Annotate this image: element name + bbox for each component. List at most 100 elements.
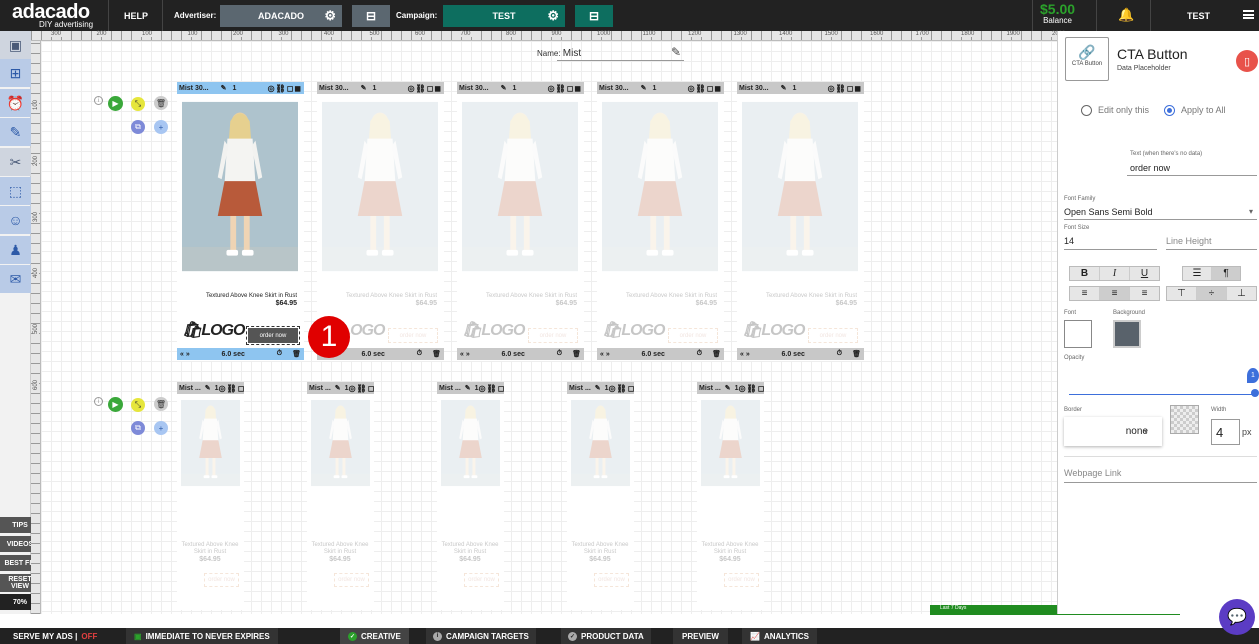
ad-frame-small[interactable]: Mist ... ✎ 1 ◎⛓◻◼ Textured Above Knee Sk…: [437, 382, 504, 610]
timer-icon[interactable]: ⏱: [417, 350, 422, 358]
edit-only-this-radio[interactable]: [1081, 105, 1092, 116]
name-value[interactable]: Mist: [563, 48, 581, 59]
trash-icon[interactable]: 🗑: [154, 96, 168, 110]
add-icon[interactable]: ⊞: [0, 59, 31, 87]
bell-icon[interactable]: 🔔: [1118, 7, 1134, 23]
border-width-input[interactable]: 4: [1211, 419, 1240, 445]
cta-button[interactable]: order now: [388, 328, 438, 343]
frame-tool-icons[interactable]: ◎⛓◻◼: [609, 384, 634, 393]
tab-campaign-targets[interactable]: i CAMPAIGN TARGETS: [426, 628, 536, 644]
timer-icon[interactable]: ⏱: [557, 350, 562, 358]
pencil-icon[interactable]: ✎: [465, 384, 471, 392]
apply-to-all-radio[interactable]: [1164, 105, 1175, 116]
pencil-icon[interactable]: ✎: [221, 84, 227, 92]
ad-frame-small[interactable]: Mist ... ✎ 1 ◎⛓◻◼ Textured Above Knee Sk…: [697, 382, 764, 610]
serve-ads-toggle[interactable]: SERVE MY ADS | OFF: [13, 628, 97, 644]
cta-button[interactable]: order now: [464, 573, 499, 587]
timer-icon[interactable]: ⏱: [837, 350, 842, 358]
chevron-down-icon[interactable]: ▾: [1249, 207, 1253, 216]
frame-nav-arrows[interactable]: « »: [180, 351, 190, 358]
frame-tool-icons[interactable]: ◎⛓◻◼: [408, 84, 444, 93]
hamburger-menu-icon[interactable]: [1243, 10, 1254, 19]
cta-button[interactable]: order now: [204, 573, 239, 587]
shrink-icon[interactable]: ⤡: [131, 97, 145, 111]
pencil-icon[interactable]: ✎: [205, 384, 211, 392]
opacity-handle[interactable]: [1251, 389, 1259, 397]
gear-icon[interactable]: ⚙: [547, 8, 559, 24]
align-left-icon[interactable]: ≡: [1070, 287, 1100, 300]
font-size-input[interactable]: 14: [1064, 236, 1074, 246]
cta-button[interactable]: order now: [528, 328, 578, 343]
frame-tool-icons[interactable]: ◎⛓◻◼: [268, 84, 304, 93]
cta-button[interactable]: order now: [808, 328, 858, 343]
schedule-button[interactable]: ▣ IMMEDIATE TO NEVER EXPIRES: [126, 628, 278, 644]
pencil-icon[interactable]: ✎: [595, 384, 601, 392]
pointer-icon[interactable]: ⬚: [0, 177, 31, 205]
bold-icon[interactable]: B: [1070, 267, 1100, 280]
tools-icon[interactable]: ✂: [0, 148, 31, 176]
pencil-icon[interactable]: ✎: [361, 84, 367, 92]
timer-icon[interactable]: ⏱: [697, 350, 702, 358]
campaign-select[interactable]: TEST ⚙: [443, 5, 565, 27]
cta-button[interactable]: order now: [724, 573, 759, 587]
twitter-icon[interactable]: ✉: [0, 265, 31, 293]
help-link[interactable]: HELP: [124, 11, 148, 21]
cta-button[interactable]: order now: [334, 573, 369, 587]
timer-icon[interactable]: ⏱: [277, 350, 282, 358]
tab-creative[interactable]: ✓ CREATIVE: [340, 628, 409, 644]
align-middle-icon[interactable]: ÷: [1197, 287, 1227, 300]
pencil-icon[interactable]: ✎: [671, 45, 681, 59]
ad-frame[interactable]: Mist 30... ✎ 1 ◎⛓◻◼ Textured Above Knee …: [177, 82, 304, 361]
trash-icon[interactable]: 🗑: [852, 350, 861, 358]
info-icon[interactable]: i: [94, 397, 103, 406]
pencil-icon[interactable]: ✎: [501, 84, 507, 92]
frame-tool-icons[interactable]: ◎⛓◻◼: [479, 384, 504, 393]
pencil-icon[interactable]: ✎: [335, 384, 341, 392]
advertiser-tree-button[interactable]: ⊟: [352, 5, 390, 27]
play-icon[interactable]: ▶: [108, 96, 123, 111]
align-right-icon[interactable]: ≡: [1130, 287, 1159, 300]
ad-frame[interactable]: Mist 30... ✎ 1 ◎⛓◻◼ Textured Above Knee …: [457, 82, 584, 361]
align-top-icon[interactable]: ⊤: [1167, 287, 1197, 300]
pencil-icon[interactable]: ✎: [641, 84, 647, 92]
opacity-slider[interactable]: [1069, 394, 1255, 395]
balance[interactable]: $5.00 Balance: [1040, 2, 1075, 25]
user-menu[interactable]: TEST: [1187, 11, 1210, 21]
add-frame-icon[interactable]: +: [154, 120, 168, 134]
line-spacing-icon[interactable]: ☰: [1183, 267, 1212, 280]
ad-frame-small[interactable]: Mist ... ✎ 1 ◎⛓◻◼ Textured Above Knee Sk…: [567, 382, 634, 610]
ad-frame[interactable]: Mist 30... ✎ 1 ◎⛓◻◼ Textured Above Knee …: [597, 82, 724, 361]
cta-button[interactable]: order now: [594, 573, 629, 587]
shrink-icon[interactable]: ⤡: [131, 398, 145, 412]
brand-logo[interactable]: adacado DIY advertising: [12, 2, 93, 29]
trash-icon[interactable]: 🗑: [292, 350, 301, 358]
tab-product-data[interactable]: ✓ PRODUCT DATA: [561, 628, 651, 644]
gear-icon[interactable]: ⚙: [324, 8, 336, 24]
play-icon[interactable]: ▶: [108, 397, 123, 412]
copy-icon[interactable]: ⧉: [131, 421, 145, 435]
italic-icon[interactable]: I: [1100, 267, 1130, 280]
ad-frame-small[interactable]: Mist ... ✎ 1 ◎⛓◻◼ Textured Above Knee Sk…: [307, 382, 374, 610]
stamp-icon[interactable]: ♟: [0, 236, 31, 264]
ad-frame-small[interactable]: Mist ... ✎ 1 ◎⛓◻◼ Textured Above Knee Sk…: [177, 382, 244, 610]
clock-icon[interactable]: ⏰: [0, 89, 31, 117]
frame-tool-icons[interactable]: ◎⛓◻◼: [828, 84, 864, 93]
edit-icon[interactable]: ✎: [0, 118, 31, 146]
webpage-link-input[interactable]: Webpage Link: [1064, 468, 1121, 478]
frame-tool-icons[interactable]: ◎⛓◻◼: [548, 84, 584, 93]
frame-nav-arrows[interactable]: « »: [740, 351, 750, 358]
frame-tool-icons[interactable]: ◎⛓◻◼: [688, 84, 724, 93]
frame-nav-arrows[interactable]: « »: [460, 351, 470, 358]
chat-icon[interactable]: 💬: [1219, 599, 1255, 635]
align-center-icon[interactable]: ≡: [1100, 287, 1130, 300]
text-input[interactable]: order now: [1130, 163, 1170, 173]
frame-tool-icons[interactable]: ◎⛓◻◼: [739, 384, 764, 393]
tab-analytics[interactable]: 📈 ANALYTICS: [742, 628, 818, 644]
trash-icon[interactable]: 🗑: [432, 350, 441, 358]
info-icon[interactable]: i: [94, 96, 103, 105]
background-color-swatch[interactable]: [1113, 320, 1141, 348]
border-color-swatch[interactable]: [1170, 405, 1199, 434]
trash-icon[interactable]: 🗑: [712, 350, 721, 358]
smiley-icon[interactable]: ☺: [0, 206, 31, 234]
campaign-tree-button[interactable]: ⊟: [575, 5, 613, 27]
